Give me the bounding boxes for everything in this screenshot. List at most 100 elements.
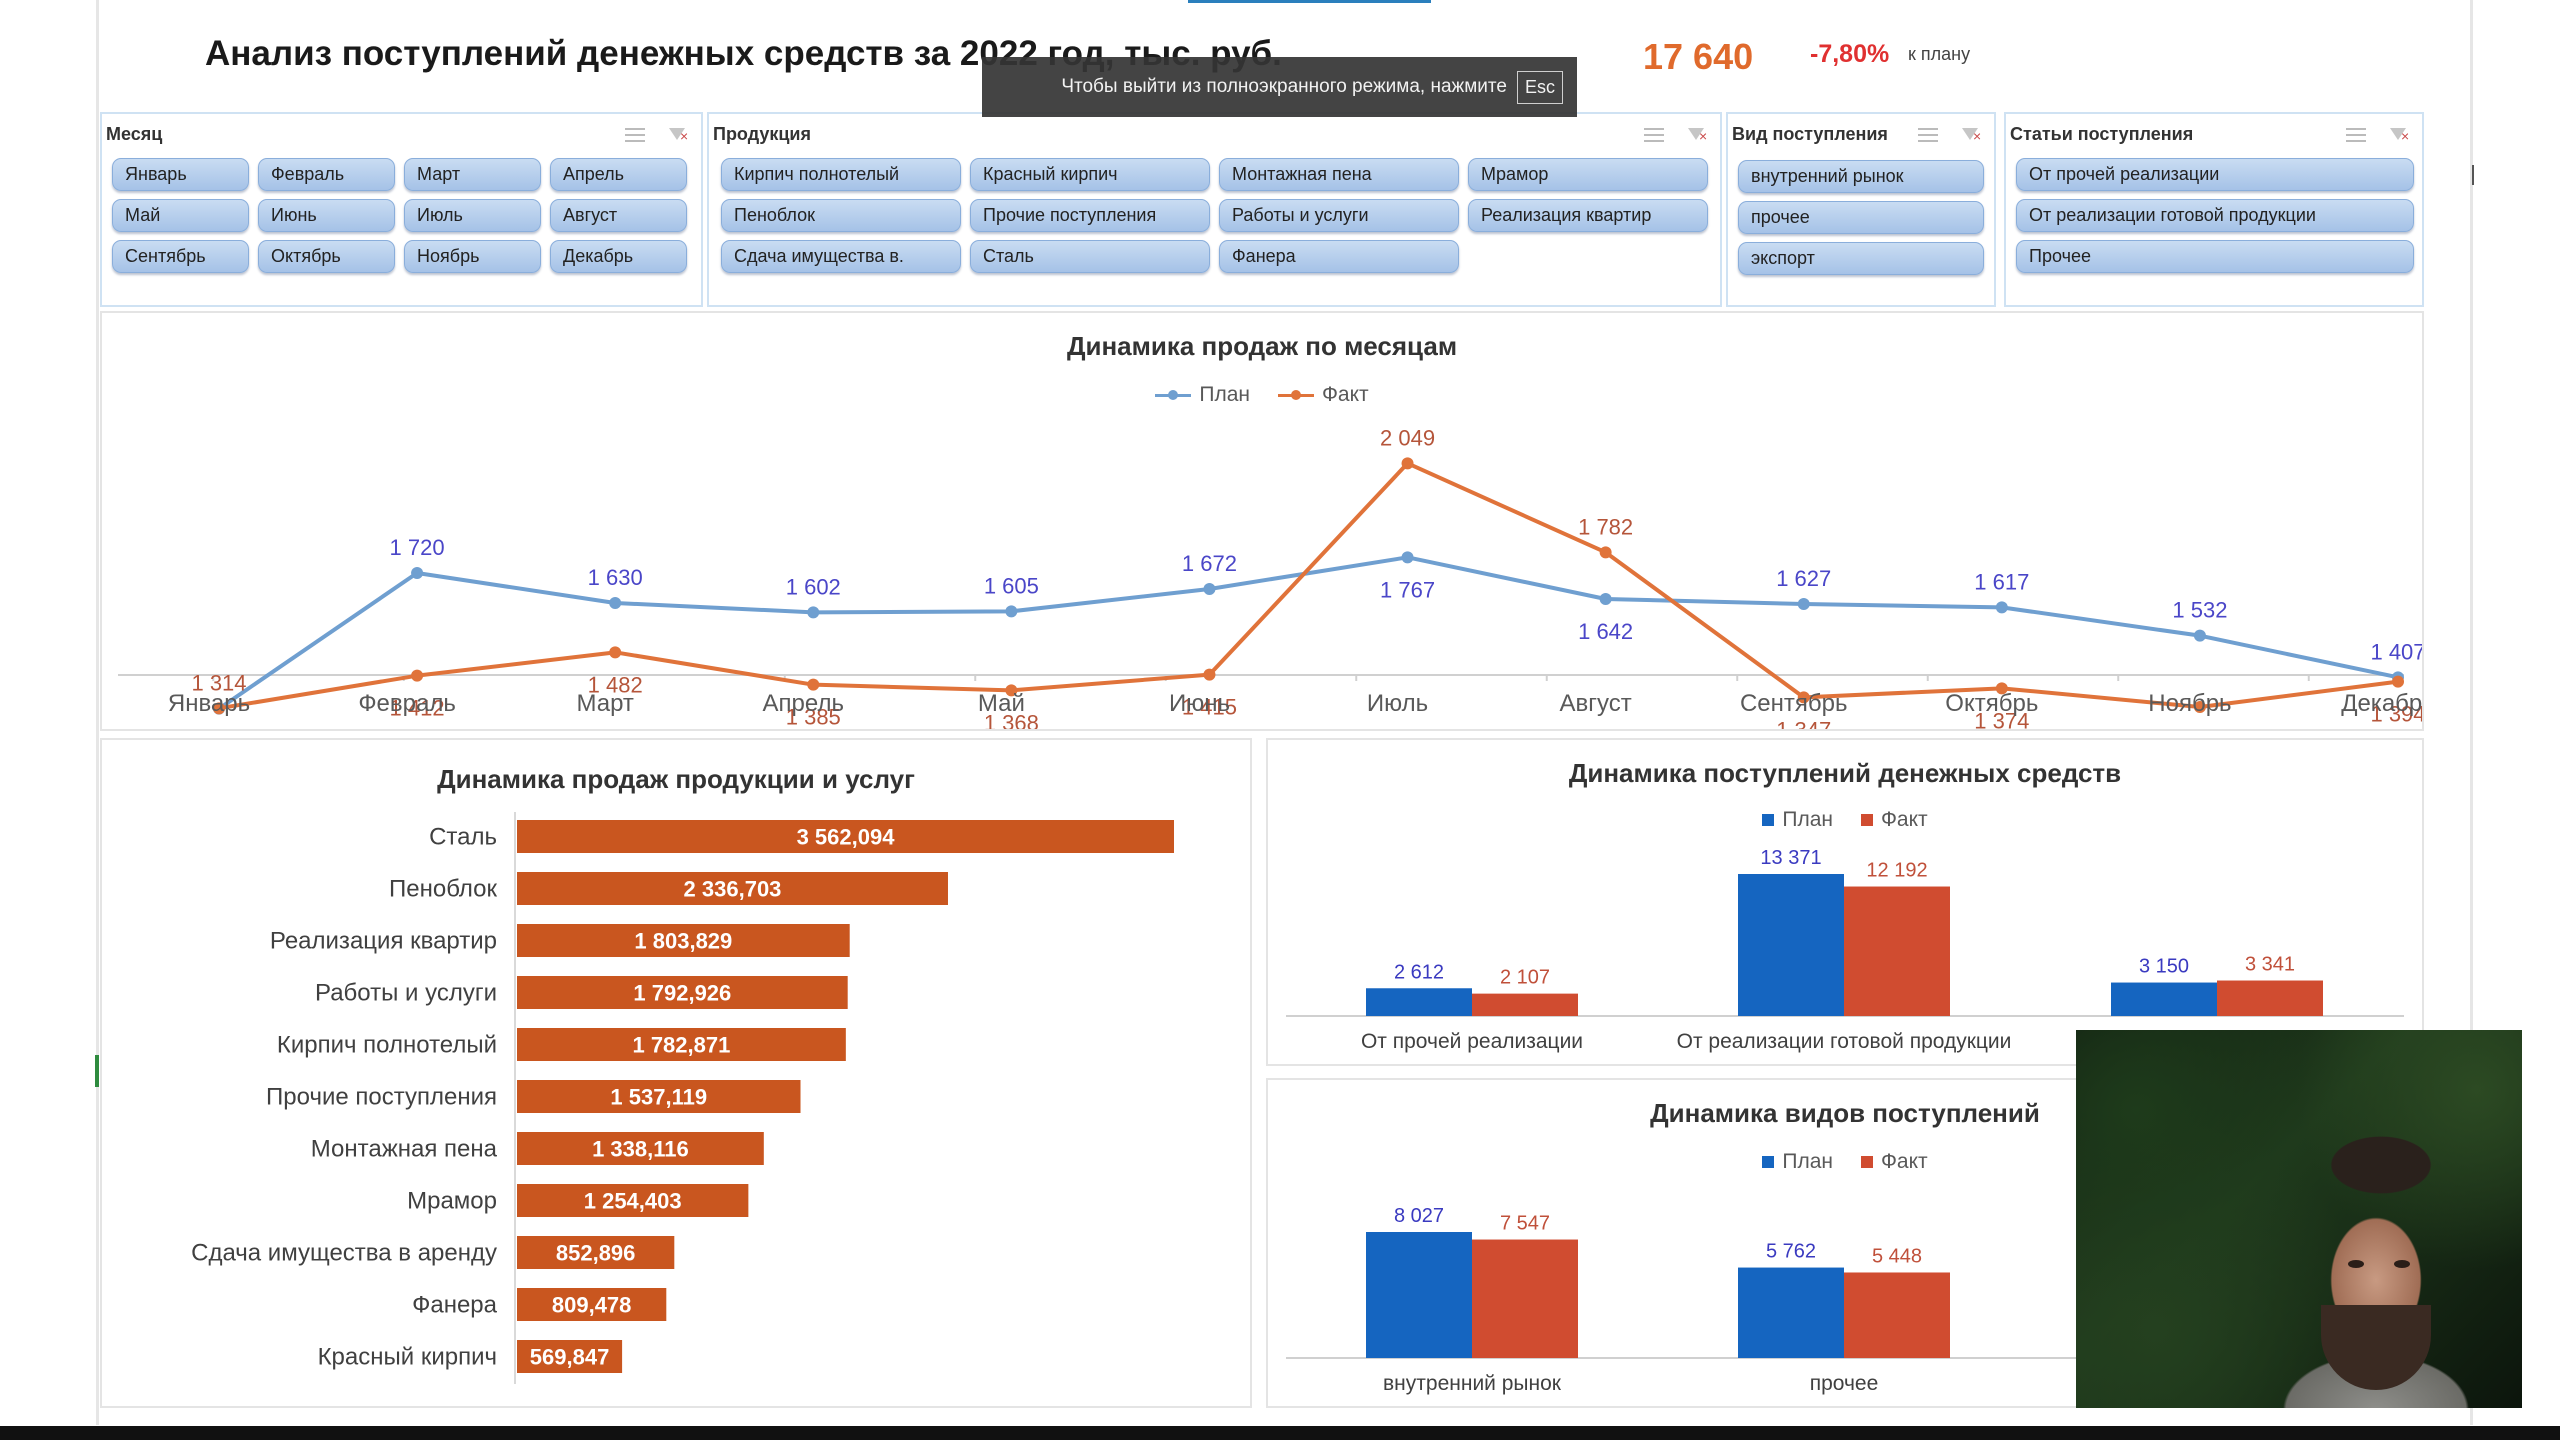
data-point-plan xyxy=(1005,605,1018,618)
slicer-chip-product[interactable]: Сдача имущества в. xyxy=(721,240,961,273)
data-point-fact xyxy=(1599,546,1612,559)
slicer-chip-income_type[interactable]: внутренний рынок xyxy=(1738,160,1984,193)
monthly-sales-line-chart: 1 3131 7201 6301 6021 6051 6721 7671 642… xyxy=(118,425,2422,729)
slicer-chip-month[interactable]: Июль xyxy=(404,199,541,232)
slicer-chip-income_type[interactable]: экспорт xyxy=(1738,242,1984,275)
bar-plan xyxy=(2111,982,2217,1016)
x-axis-label: Декабрь xyxy=(2341,690,2422,717)
x-axis-label: От реализации готовой продукции xyxy=(1677,1030,2012,1053)
category-label: Прочие поступления xyxy=(266,1084,497,1111)
data-point-plan xyxy=(411,567,424,579)
bar-value-label-plan: 3 150 xyxy=(2139,956,2189,978)
multi-select-icon[interactable] xyxy=(2346,126,2368,144)
slicer-chip-product[interactable]: Пеноблок xyxy=(721,199,961,232)
slicer-income-items-toolbar xyxy=(2346,126,2410,144)
slicer-chip-month[interactable]: Июнь xyxy=(258,199,395,232)
slicer-chip-month[interactable]: Май xyxy=(112,199,249,232)
slicer-chip-product[interactable]: Кирпич полнотелый xyxy=(721,158,961,191)
slicer-chip-product[interactable]: Прочие поступления xyxy=(970,199,1210,232)
bar-value-label-fact: 3 341 xyxy=(2245,954,2295,976)
data-point-plan xyxy=(1599,593,1612,605)
slicer-product: Продукция Кирпич полнотелый Красный кирпи… xyxy=(707,112,1722,307)
data-point-fact xyxy=(807,678,820,691)
bar-fact xyxy=(1472,993,1578,1016)
dashboard-screen: Анализ поступлений денежных средств за 2… xyxy=(0,0,2560,1440)
bar-value-label-plan: 13 371 xyxy=(1760,847,1821,869)
data-point-fact xyxy=(411,669,424,682)
bar-fact xyxy=(2217,980,2323,1016)
slicer-chip-income_items[interactable]: Прочее xyxy=(2016,240,2414,273)
bar-value-label-fact: 2 107 xyxy=(1500,967,1550,989)
slicer-chip-month[interactable]: Октябрь xyxy=(258,240,395,273)
clear-filter-icon[interactable] xyxy=(667,126,689,144)
slicer-chip-product[interactable]: Реализация квартир xyxy=(1468,199,1708,232)
slicer-chip-income_type[interactable]: прочее xyxy=(1738,201,1984,234)
bar-value-label: 1 338,116 xyxy=(592,1137,689,1162)
slicer-chip-income_items[interactable]: От реализации готовой продукции xyxy=(2016,199,2414,232)
kpi-total-value: 17 640 xyxy=(1643,36,1754,77)
slicer-chip-month[interactable]: Ноябрь xyxy=(404,240,541,273)
slicer-income-items: Статьи поступления От прочей реализации О… xyxy=(2004,112,2424,307)
slicer-chip-product[interactable]: Фанера xyxy=(1219,240,1459,273)
bar-value-label: 1 803,829 xyxy=(634,929,732,954)
slicer-chip-month[interactable]: Декабрь xyxy=(550,240,687,273)
bar-value-label-plan: 5 762 xyxy=(1766,1241,1816,1263)
bar-value-label: 569,847 xyxy=(530,1345,610,1370)
category-label: Работы и услуги xyxy=(315,980,497,1007)
webcam-eye xyxy=(2394,1260,2410,1268)
bar-plan xyxy=(1738,874,1844,1016)
data-label-fact: 2 049 xyxy=(1380,425,1435,450)
x-axis-label: прочее xyxy=(1810,1372,1879,1395)
data-label-plan: 1 407 xyxy=(2370,639,2422,664)
slicer-chip-month[interactable]: Август xyxy=(550,199,687,232)
x-axis-label: Август xyxy=(1560,690,1632,717)
bar-value-label: 2 336,703 xyxy=(684,877,782,902)
x-axis-label: Октябрь xyxy=(1945,690,2038,717)
slicer-chip-month[interactable]: Февраль xyxy=(258,158,395,191)
fullscreen-toast-text: Чтобы выйти из полноэкранного режима, на… xyxy=(1061,76,1507,97)
x-axis-label: Сентябрь xyxy=(1740,690,1848,717)
slicer-chip-product[interactable]: Мрамор xyxy=(1468,158,1708,191)
slicer-income-items-title: Статьи поступления xyxy=(2010,124,2194,144)
bar-plan xyxy=(1366,988,1472,1016)
fullscreen-exit-toast: Чтобы выйти из полноэкранного режима, на… xyxy=(982,57,1577,117)
category-label: Мрамор xyxy=(407,1188,497,1215)
category-label: Фанера xyxy=(412,1292,498,1319)
slicer-chip-income_items[interactable]: От прочей реализации xyxy=(2016,158,2414,191)
bar-fact xyxy=(1472,1239,1578,1358)
slicer-income-type: Вид поступления внутренний рынок прочее эк… xyxy=(1726,112,1996,307)
slicer-chip-month[interactable]: Март xyxy=(404,158,541,191)
slicer-chip-product[interactable]: Монтажная пена xyxy=(1219,158,1459,191)
slicer-product-toolbar xyxy=(1644,126,1708,144)
x-axis-label: Май xyxy=(978,690,1025,717)
slicer-chip-month[interactable]: Апрель xyxy=(550,158,687,191)
data-point-fact xyxy=(1401,457,1414,470)
x-axis-label: Июль xyxy=(1367,690,1428,717)
data-point-plan xyxy=(1203,583,1216,595)
sheet-left-border xyxy=(96,0,99,1425)
bar-plan xyxy=(1366,1232,1472,1358)
multi-select-icon[interactable] xyxy=(1918,126,1940,144)
webcam-video xyxy=(2076,1030,2522,1408)
x-axis-label: Февраль xyxy=(358,690,456,717)
data-point-fact xyxy=(2392,675,2404,688)
data-label-plan: 1 767 xyxy=(1380,577,1435,602)
clear-filter-icon[interactable] xyxy=(2388,126,2410,144)
data-label-plan: 1 532 xyxy=(2172,598,2227,623)
bar-value-label: 1 792,926 xyxy=(633,981,731,1006)
esc-key-badge[interactable]: Esc xyxy=(1516,70,1563,104)
monthly-sales-chart-panel: Динамика продаж по месяцам План Факт 1 3… xyxy=(100,311,2424,731)
slicer-chip-month[interactable]: Сентябрь xyxy=(112,240,249,273)
category-label: Сталь xyxy=(429,824,497,851)
clear-filter-icon[interactable] xyxy=(1960,126,1982,144)
clear-filter-icon[interactable] xyxy=(1686,126,1708,144)
bar-value-label: 1 537,119 xyxy=(610,1085,707,1110)
slicer-chip-product[interactable]: Работы и услуги xyxy=(1219,199,1459,232)
slicer-chip-product[interactable]: Красный кирпич xyxy=(970,158,1210,191)
category-label: Красный кирпич xyxy=(318,1344,497,1371)
multi-select-icon[interactable] xyxy=(1644,126,1666,144)
multi-select-icon[interactable] xyxy=(625,126,647,144)
bar-fact xyxy=(1844,886,1950,1016)
slicer-chip-product[interactable]: Сталь xyxy=(970,240,1210,273)
slicer-chip-month[interactable]: Январь xyxy=(112,158,249,191)
